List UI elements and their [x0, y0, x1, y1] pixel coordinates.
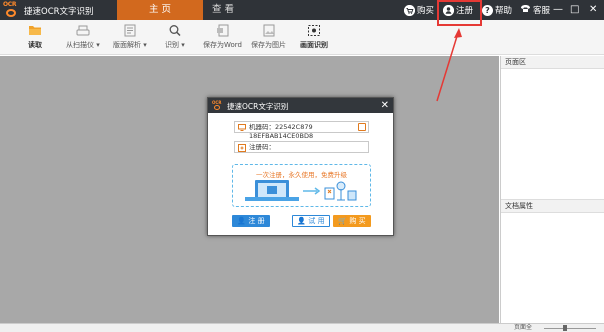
- machine-code-label: 机器码：22542C879​18EFBAB14CE0BD8: [249, 123, 314, 140]
- image-doc-icon: [262, 24, 276, 37]
- zoom-slider[interactable]: [544, 328, 596, 329]
- app-title: 捷速OCR文字识别: [24, 7, 94, 17]
- region-recognize-button[interactable]: 画面识别: [300, 24, 328, 50]
- help-link[interactable]: ? 帮助: [482, 0, 512, 20]
- user-icon: 👤: [297, 217, 309, 225]
- layout-icon: [123, 24, 137, 37]
- reg-code-field[interactable]: 注册码：: [234, 141, 369, 153]
- user-icon: 👤: [237, 217, 249, 225]
- region-select-icon: [307, 24, 321, 37]
- zoom-select[interactable]: 页面全: [514, 324, 532, 332]
- cart-icon: [404, 4, 415, 16]
- service-link[interactable]: 客服: [520, 0, 550, 20]
- promo-illustration: [245, 180, 357, 201]
- status-bar: 页面全: [0, 323, 604, 332]
- minimize-button[interactable]: —: [553, 3, 563, 17]
- pages-panel-title: 页面区: [501, 56, 604, 69]
- dialog-title: 捷速OCR文字识别: [227, 102, 289, 111]
- promo-banner: 一次注册，永久使用，免费升级: [232, 164, 371, 207]
- help-icon: ?: [482, 4, 493, 16]
- doc-props-panel-title: 文档属性: [501, 200, 604, 213]
- read-button[interactable]: 读取: [28, 24, 42, 50]
- toolbar: 读取 从扫描仪 ▾ 版面解析 ▾ 识别 ▾ 保存为Word 保存为图片 画面识别: [0, 20, 604, 55]
- right-panel: 页面区 文档属性: [500, 56, 604, 332]
- title-bar: OCR 捷速OCR文字识别 主 页 查 看 购买 注册 ? 帮助 客服 — □ …: [0, 0, 604, 20]
- recognize-button[interactable]: 识别 ▾: [165, 24, 185, 50]
- annotation-highlight-box: [437, 0, 482, 26]
- machine-code-field: 机器码：22542C879​18EFBAB14CE0BD8: [234, 121, 369, 140]
- dialog-close-button[interactable]: ✕: [381, 99, 389, 112]
- dialog-register-button[interactable]: 👤 注 册: [232, 215, 270, 227]
- tab-view[interactable]: 查 看: [180, 0, 266, 20]
- folder-icon: [28, 24, 42, 37]
- save-image-button[interactable]: 保存为图片: [251, 24, 286, 50]
- from-scanner-button[interactable]: 从扫描仪 ▾: [66, 24, 100, 50]
- monitor-icon: [238, 124, 246, 131]
- magnifier-icon: [168, 24, 182, 37]
- reg-code-label: 注册码：: [249, 143, 275, 151]
- close-button[interactable]: ✕: [589, 3, 597, 17]
- pages-panel[interactable]: [501, 69, 604, 200]
- scanner-icon: [76, 24, 90, 37]
- cart-icon: 🛒: [338, 217, 350, 225]
- phone-icon: [520, 4, 531, 16]
- key-icon: [238, 144, 246, 152]
- layout-analysis-button[interactable]: 版面解析 ▾: [113, 24, 147, 50]
- save-word-button[interactable]: 保存为Word: [203, 24, 242, 50]
- dialog-logo-icon: OCR: [212, 100, 222, 111]
- dialog-title-bar: OCR 捷速OCR文字识别 ✕: [208, 98, 393, 113]
- maximize-button[interactable]: □: [570, 3, 579, 17]
- copy-icon[interactable]: [358, 123, 366, 131]
- word-doc-icon: [216, 24, 230, 37]
- dialog-try-button[interactable]: 👤 试 用: [292, 215, 330, 227]
- app-logo-icon: OCR: [3, 1, 20, 19]
- registration-dialog: OCR 捷速OCR文字识别 ✕ 机器码：22542C879​18EFBAB14C…: [207, 97, 394, 236]
- buy-link[interactable]: 购买: [404, 0, 434, 20]
- zoom-slider-knob[interactable]: [563, 325, 567, 331]
- dialog-buy-button[interactable]: 🛒 购 买: [333, 215, 371, 227]
- doc-props-panel[interactable]: [501, 213, 604, 330]
